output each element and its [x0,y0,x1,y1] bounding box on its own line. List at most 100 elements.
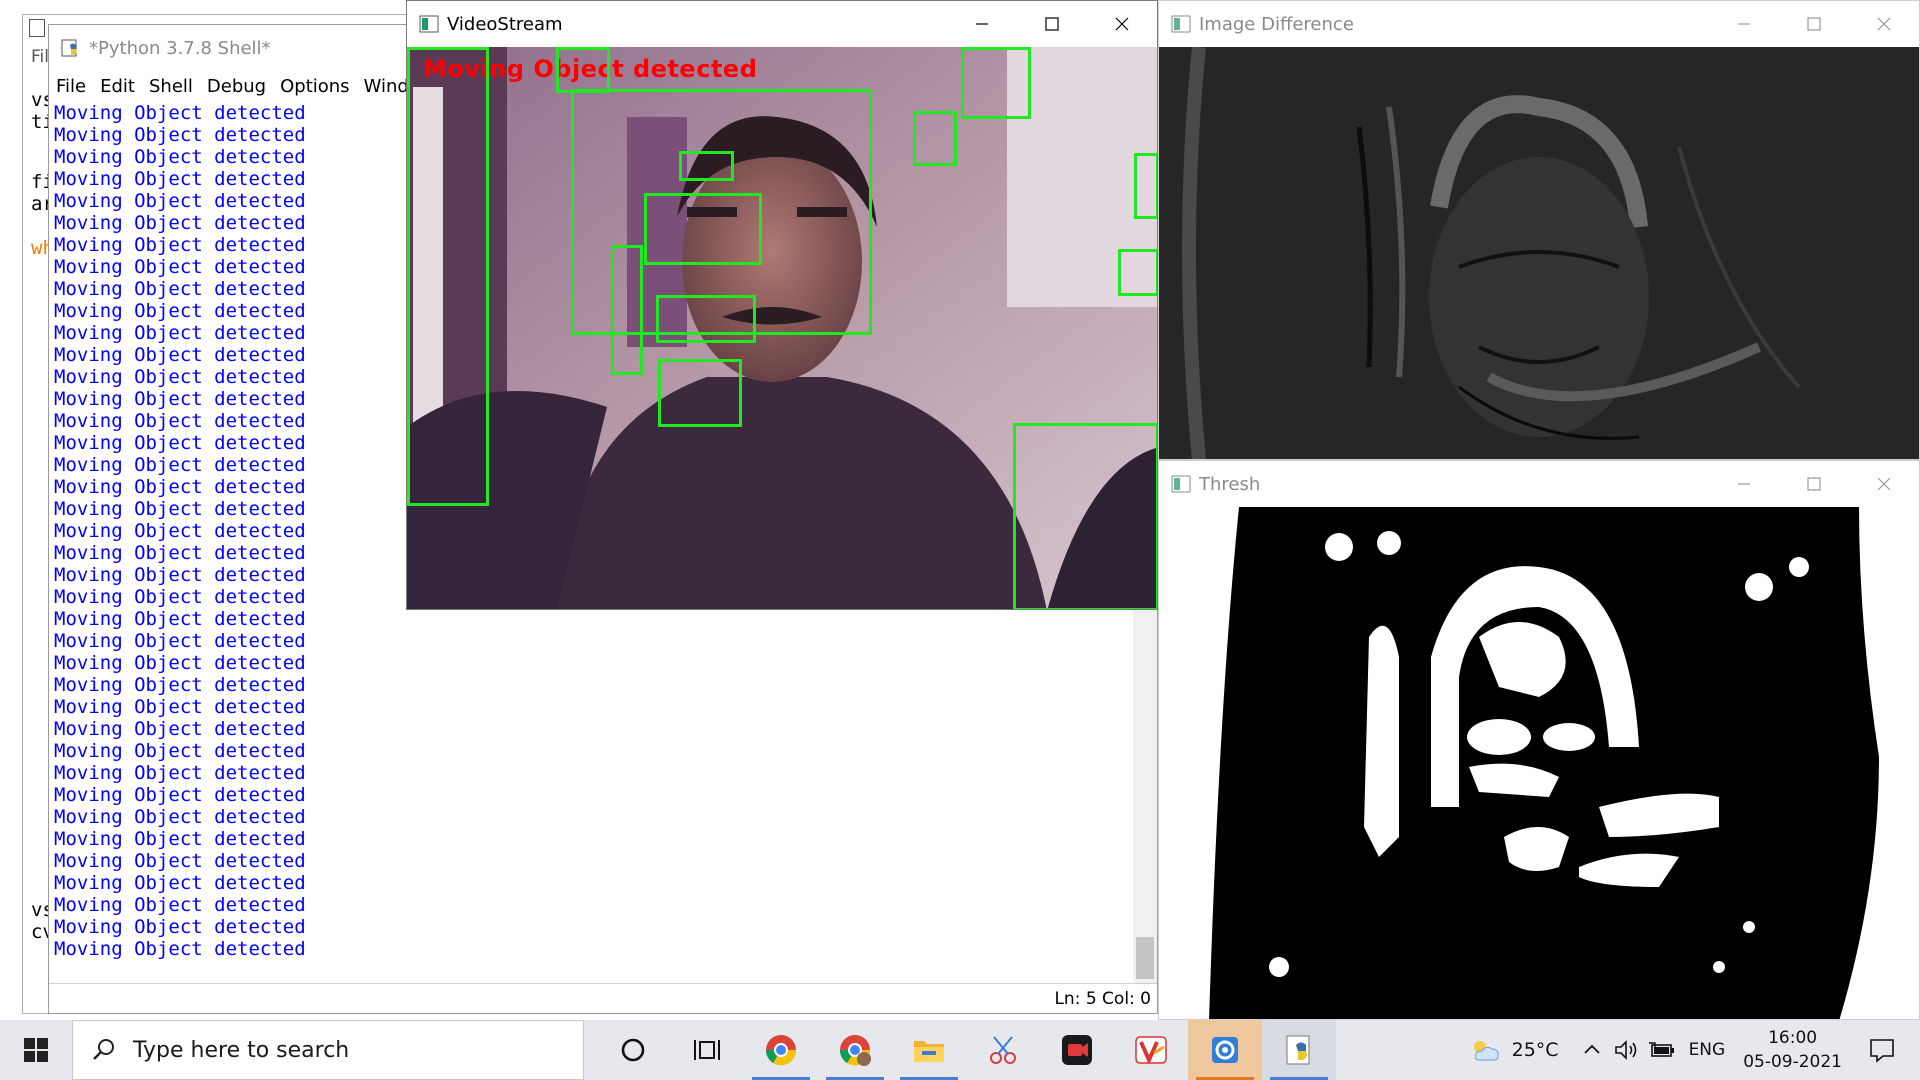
close-icon [1115,17,1129,31]
detection-box [644,193,762,265]
shell-output-line: Moving Object detected [54,652,306,674]
menu-options[interactable]: Options [273,76,356,97]
scrollbar-thumb[interactable] [1136,937,1154,979]
volume-icon[interactable] [1613,1038,1639,1062]
minimize-icon [976,23,988,25]
close-icon [1877,17,1891,31]
snipping-tool-taskbar-button[interactable] [966,1020,1040,1080]
shell-output-line: Moving Object detected [54,850,306,872]
file-explorer-icon [914,1041,944,1062]
thresh-window[interactable]: Thresh [1158,460,1920,1020]
input-language[interactable]: ENG [1689,1040,1726,1060]
shell-output-line: Moving Object detected [54,740,306,762]
maximize-icon [1807,17,1821,31]
detection-box [658,359,742,427]
menu-file[interactable]: File [49,76,93,97]
videostream-frame: Moving Object detected [407,47,1157,609]
weather-temperature[interactable]: 25°C [1512,1039,1559,1061]
chevron-up-icon[interactable] [1581,1039,1603,1061]
shell-output-line: Moving Object detected [54,784,306,806]
opencv-window-icon [1171,475,1191,493]
windows-logo-icon [24,1038,48,1062]
chrome-profile-icon [839,1035,871,1066]
shell-output-line: Moving Object detected [54,916,306,938]
cortana-button[interactable] [596,1020,670,1080]
shell-title: *Python 3.7.8 Shell* [89,37,271,59]
detection-box [611,245,643,375]
thresh-titlebar[interactable]: Thresh [1159,461,1919,507]
detection-box [1118,249,1157,296]
screen-recorder-taskbar-button[interactable] [1040,1020,1114,1080]
weather-icon[interactable] [1468,1035,1502,1065]
maximize-icon [1807,477,1821,491]
chrome-taskbar-button[interactable] [744,1020,818,1080]
close-button[interactable] [1087,1,1157,47]
image-difference-window[interactable]: Image Difference [1158,0,1920,460]
taskbar-clock[interactable]: 16:00 05-09-2021 [1743,1026,1842,1074]
opencv-window-icon [1171,15,1191,33]
shell-output-line: Moving Object detected [54,938,306,960]
close-button[interactable] [1849,1,1919,47]
detection-box [1134,153,1157,219]
taskbar: Type here to search 25°C ENG 16:00 05-09… [0,1020,1920,1080]
taskbar-search-box[interactable]: Type here to search [72,1020,584,1080]
clock-date: 05-09-2021 [1743,1052,1842,1072]
detection-box [913,111,957,166]
chrome-icon [765,1035,797,1066]
chrome-profile-taskbar-button[interactable] [818,1020,892,1080]
shell-output-line: Moving Object detected [54,872,306,894]
screen-recorder-icon [1062,1035,1092,1065]
shell-output-line: Moving Object detected [54,762,306,784]
battery-icon[interactable] [1647,1039,1675,1061]
shell-output-line: Moving Object detected [54,806,306,828]
notification-icon[interactable] [1868,1037,1896,1063]
maximize-button[interactable] [1779,1,1849,47]
menu-edit[interactable]: Edit [93,76,142,97]
vivaldi-taskbar-button[interactable] [1114,1020,1188,1080]
python-idle-icon [1286,1035,1310,1065]
menu-shell[interactable]: Shell [142,76,200,97]
thresh-frame [1159,507,1919,1019]
menu-debug[interactable]: Debug [200,76,273,97]
shell-output-line: Moving Object detected [54,674,306,696]
file-explorer-taskbar-button[interactable] [892,1020,966,1080]
clock-time: 16:00 [1768,1028,1818,1048]
shell-output-line: Moving Object detected [54,608,306,630]
start-button[interactable] [0,1020,72,1080]
maximize-button[interactable] [1017,1,1087,47]
detection-box [961,47,1031,119]
opencv-window-icon [419,15,439,33]
vivaldi-icon [1135,1036,1167,1065]
shell-output-line: Moving Object detected [54,718,306,740]
task-view-button[interactable] [670,1020,744,1080]
threshold-image [1159,507,1919,1019]
minimize-icon [1738,483,1750,485]
editor-icon [29,19,45,37]
python-idle-icon [61,39,77,57]
editor-menu-fragment: Fil [31,47,49,67]
cursor-position: Ln: 5 Col: 0 [1054,988,1151,1009]
camera-app-taskbar-button[interactable] [1188,1020,1262,1080]
close-button[interactable] [1849,461,1919,507]
image-difference-frame [1159,47,1919,459]
detection-box [556,47,610,93]
videostream-title: VideoStream [447,13,563,35]
image-difference-title: Image Difference [1199,13,1354,35]
difference-image [1159,47,1919,459]
videostream-titlebar[interactable]: VideoStream [407,1,1157,47]
python-idle-taskbar-button[interactable] [1262,1020,1336,1080]
minimize-button[interactable] [947,1,1017,47]
task-view-icon [694,1040,720,1060]
minimize-button[interactable] [1709,1,1779,47]
image-difference-titlebar[interactable]: Image Difference [1159,1,1919,47]
search-placeholder: Type here to search [133,1037,350,1063]
close-icon [1877,477,1891,491]
search-icon [93,1039,114,1060]
maximize-button[interactable] [1779,461,1849,507]
minimize-button[interactable] [1709,461,1779,507]
cortana-icon [621,1038,645,1062]
detection-box [656,295,756,343]
videostream-window[interactable]: VideoStream Moving Object detected [406,0,1158,610]
thresh-title: Thresh [1199,473,1261,495]
shell-output-line: Moving Object detected [54,696,306,718]
